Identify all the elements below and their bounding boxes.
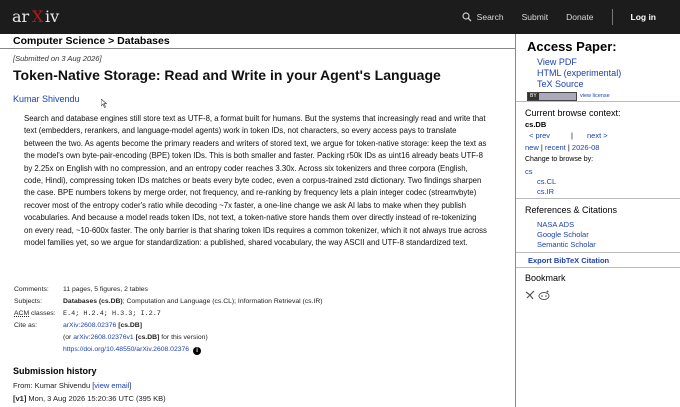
mouse-cursor-icon xyxy=(101,99,107,108)
doi-row: https://doi.org/10.48550/arXiv.2608.0237… xyxy=(63,346,202,355)
comments-value: 11 pages, 5 figures, 2 tables xyxy=(63,286,148,293)
login-link[interactable]: Log in xyxy=(631,12,657,22)
svg-text:X: X xyxy=(32,7,44,26)
submission-history-heading: Submission history xyxy=(13,366,97,376)
cc-license-badge-icon[interactable]: BY xyxy=(527,92,577,101)
access-paper-panel: Access Paper: View PDF HTML (experimenta… xyxy=(516,34,680,102)
author-link[interactable]: Kumar Shivendu xyxy=(13,94,80,104)
prev-next-separator: | xyxy=(571,131,573,140)
cite-label: Cite as: xyxy=(14,322,38,329)
month-link[interactable]: 2026-08 xyxy=(572,143,600,152)
recent-link[interactable]: recent xyxy=(545,143,566,152)
html-link[interactable]: HTML (experimental) xyxy=(537,68,621,78)
nasa-ads-link[interactable]: NASA ADS xyxy=(537,220,574,229)
nav-divider xyxy=(611,9,613,25)
cite-v1-link[interactable]: arXiv:2608.02376v1 xyxy=(73,334,133,341)
version-entry: [v1] Mon, 3 Aug 2026 15:20:36 UTC (395 K… xyxy=(13,394,166,403)
search-icon xyxy=(462,12,472,22)
acm-classes-value: E.4; H.2.4; H.3.3; I.2.7 xyxy=(63,310,161,318)
search-nav[interactable]: Search xyxy=(462,12,504,22)
view-pdf-link[interactable]: View PDF xyxy=(537,57,577,67)
svg-text:ar: ar xyxy=(12,7,30,26)
browse-category: cs.DB xyxy=(525,120,547,129)
cite-value: arXiv:2608.02376 [cs.DB] xyxy=(63,322,142,329)
submitted-date: [Submitted on 3 Aug 2026] xyxy=(13,54,102,63)
top-navbar: ar X iv Search Submit Donate Log in xyxy=(0,0,680,34)
comments-label: Comments: xyxy=(14,286,49,293)
search-label: Search xyxy=(476,12,504,22)
breadcrumb: Computer Science > Databases xyxy=(0,34,515,49)
google-scholar-link[interactable]: Google Scholar xyxy=(537,230,589,239)
semantic-scholar-link[interactable]: Semantic Scholar xyxy=(537,240,596,249)
change-browse-label: Change to browse by: xyxy=(525,156,594,163)
export-bibtex-link[interactable]: Export BibTeX Citation xyxy=(528,256,609,265)
info-icon[interactable]: i xyxy=(193,347,202,355)
view-license-link[interactable]: view license xyxy=(580,93,610,99)
submitter: From: Kumar Shivendu [view email] xyxy=(13,381,132,390)
bibsonomy-icon[interactable] xyxy=(525,287,535,305)
access-paper-heading: Access Paper: xyxy=(527,39,617,54)
divider xyxy=(516,252,680,253)
cite-version: (or arXiv:2608.02376v1 [cs.DB] for this … xyxy=(63,334,208,341)
browse-context-heading: Current browse context: xyxy=(525,108,621,118)
cs-link[interactable]: cs xyxy=(525,167,533,176)
bookmark-heading: Bookmark xyxy=(525,273,566,283)
tex-source-link[interactable]: TeX Source xyxy=(537,79,584,89)
abstract: Search and database engines still store … xyxy=(24,114,487,248)
subjects-value: Databases (cs.DB); Computation and Langu… xyxy=(63,298,323,305)
donate-link[interactable]: Donate xyxy=(566,12,593,22)
divider xyxy=(516,267,680,268)
cs-cl-link[interactable]: cs.CL xyxy=(537,177,556,186)
prev-link[interactable]: < prev xyxy=(529,131,550,140)
other-subjects: ; Computation and Language (cs.CL); Info… xyxy=(122,298,323,305)
submit-link[interactable]: Submit xyxy=(522,12,548,22)
svg-text:iv: iv xyxy=(45,7,59,26)
next-link[interactable]: next > xyxy=(587,131,608,140)
references-heading: References & Citations xyxy=(525,205,618,215)
arxiv-logo[interactable]: ar X iv xyxy=(12,6,70,28)
cs-ir-link[interactable]: cs.IR xyxy=(537,187,554,196)
browse-links: new | recent | 2026-08 xyxy=(525,143,600,152)
cite-category: [cs.DB] xyxy=(118,322,142,329)
version-tag: [v1] xyxy=(13,394,27,403)
divider xyxy=(516,198,680,199)
acm-label: ACM classes: xyxy=(14,310,56,317)
subjects-label: Subjects: xyxy=(14,298,42,305)
new-link[interactable]: new xyxy=(525,143,539,152)
primary-subject: Databases (cs.DB) xyxy=(63,298,123,305)
sidebar: Access Paper: View PDF HTML (experimenta… xyxy=(515,34,680,407)
cite-link[interactable]: arXiv:2608.02376 xyxy=(63,322,116,329)
doi-link[interactable]: https://doi.org/10.48550/arXiv.2608.0237… xyxy=(63,346,189,353)
reddit-icon[interactable] xyxy=(538,287,550,305)
paper-title: Token-Native Storage: Read and Write in … xyxy=(13,67,441,83)
view-email-link[interactable]: view email xyxy=(94,381,129,390)
bookmark-icons xyxy=(525,287,553,305)
